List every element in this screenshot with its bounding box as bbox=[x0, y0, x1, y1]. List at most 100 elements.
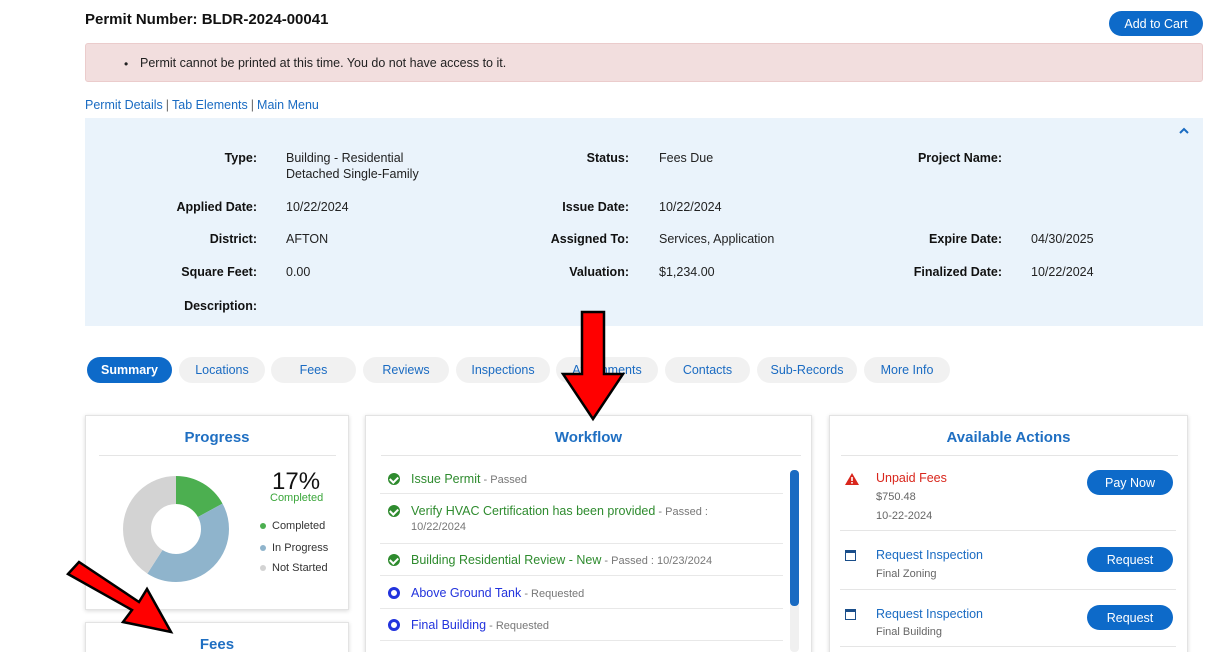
divider bbox=[840, 646, 1176, 647]
divider bbox=[381, 455, 801, 456]
workflow-item-name: Building Residential Review - New bbox=[411, 553, 602, 567]
progress-title: Progress bbox=[184, 429, 250, 446]
tab-more-info[interactable]: More Info bbox=[864, 357, 950, 383]
square-feet-value: 0.00 bbox=[286, 265, 311, 279]
tab-locations[interactable]: Locations bbox=[179, 357, 265, 383]
link-separator: | bbox=[250, 98, 255, 112]
fees-title: Fees bbox=[199, 636, 235, 652]
legend-label: In Progress bbox=[272, 542, 329, 554]
request-inspection-title[interactable]: Request Inspection bbox=[876, 548, 983, 562]
unpaid-fees-title[interactable]: Unpaid Fees bbox=[876, 471, 947, 485]
request-button[interactable]: Request bbox=[1087, 547, 1173, 572]
chevron-up-icon[interactable] bbox=[1178, 126, 1190, 136]
calendar-icon bbox=[845, 609, 856, 620]
page-links: Permit Details | Tab Elements | Main Menu bbox=[85, 98, 319, 112]
workflow-item-name: Verify HVAC Certification has been provi… bbox=[411, 504, 656, 518]
type-value-line2: Detached Single-Family bbox=[286, 167, 419, 181]
workflow-item-name: Final Building bbox=[411, 618, 487, 632]
type-label: Type: bbox=[224, 151, 257, 165]
link-separator: | bbox=[165, 98, 170, 112]
divider bbox=[840, 589, 1176, 590]
project-name-label: Project Name: bbox=[917, 151, 1002, 165]
workflow-scrollbar-thumb[interactable] bbox=[790, 470, 799, 606]
permit-details-panel: Type: Building - Residential Detached Si… bbox=[85, 118, 1203, 326]
circle-icon bbox=[388, 619, 400, 631]
status-value: Fees Due bbox=[659, 151, 714, 165]
annotation-arrow-down-icon bbox=[560, 310, 626, 422]
legend-not-started: Not Started bbox=[260, 562, 328, 574]
applied-date-value: 10/22/2024 bbox=[286, 200, 349, 214]
unpaid-fees-date: 10-22-2024 bbox=[876, 510, 933, 522]
expire-date-value: 04/30/2025 bbox=[1031, 232, 1094, 246]
tab-elements-link[interactable]: Tab Elements bbox=[172, 98, 248, 112]
issue-date-label: Issue Date: bbox=[562, 200, 629, 214]
workflow-item-status: - Requested bbox=[486, 620, 550, 632]
applied-date-label: Applied Date: bbox=[176, 200, 257, 214]
check-circle-icon bbox=[388, 505, 400, 517]
divider bbox=[380, 640, 783, 641]
divider bbox=[380, 575, 783, 576]
add-to-cart-button[interactable]: Add to Cart bbox=[1109, 11, 1203, 36]
divider bbox=[380, 493, 783, 494]
actions-title: Available Actions bbox=[946, 429, 1071, 446]
print-alert: • Permit cannot be printed at this time.… bbox=[85, 43, 1203, 82]
workflow-item-name: Above Ground Tank bbox=[411, 586, 522, 600]
permit-details-link[interactable]: Permit Details bbox=[85, 98, 163, 112]
circle-icon bbox=[388, 587, 400, 599]
divider bbox=[841, 455, 1178, 456]
assigned-to-label: Assigned To: bbox=[550, 232, 629, 246]
issue-date-value: 10/22/2024 bbox=[659, 200, 722, 214]
tab-sub-records[interactable]: Sub-Records bbox=[757, 357, 857, 383]
legend-in-progress: In Progress bbox=[260, 542, 328, 554]
assigned-to-value: Services, Application bbox=[659, 232, 775, 246]
legend-label: Not Started bbox=[272, 562, 328, 574]
legend-dot bbox=[260, 523, 266, 530]
divider bbox=[380, 608, 783, 609]
divider bbox=[840, 530, 1176, 531]
finalized-date-label: Finalized Date: bbox=[913, 265, 1002, 279]
legend-dot bbox=[260, 565, 266, 572]
workflow-item-status: - Requested bbox=[521, 588, 585, 600]
calendar-icon bbox=[845, 550, 856, 561]
workflow-item-status: - Passed : bbox=[655, 506, 708, 518]
workflow-item-status: - Passed bbox=[480, 474, 527, 486]
permit-title: Permit Number: BLDR-2024-00041 bbox=[85, 11, 329, 28]
type-value-line1: Building - Residential bbox=[286, 151, 404, 165]
check-circle-icon bbox=[388, 473, 400, 485]
district-value: AFTON bbox=[286, 232, 329, 246]
tab-inspections[interactable]: Inspections bbox=[456, 357, 550, 383]
warning-icon bbox=[845, 473, 859, 485]
workflow-item-name: Issue Permit bbox=[411, 472, 481, 486]
description-label: Description: bbox=[184, 299, 257, 313]
district-label: District: bbox=[209, 232, 257, 246]
workflow-item-status: - Passed : 10/23/2024 bbox=[601, 555, 713, 567]
annotation-arrow-diagonal-icon bbox=[66, 560, 174, 634]
check-circle-icon bbox=[388, 554, 400, 566]
divider bbox=[99, 455, 336, 456]
finalized-date-value: 10/22/2024 bbox=[1031, 265, 1094, 279]
tab-reviews[interactable]: Reviews bbox=[363, 357, 449, 383]
legend-completed: Completed bbox=[260, 520, 325, 532]
pay-now-button[interactable]: Pay Now bbox=[1087, 470, 1173, 495]
tab-contacts[interactable]: Contacts bbox=[665, 357, 750, 383]
tab-summary[interactable]: Summary bbox=[87, 357, 172, 383]
progress-percent-label: Completed bbox=[270, 492, 324, 504]
unpaid-fees-amount: $750.48 bbox=[876, 491, 916, 503]
main-menu-link[interactable]: Main Menu bbox=[257, 98, 319, 112]
square-feet-label: Square Feet: bbox=[181, 265, 257, 279]
valuation-value: $1,234.00 bbox=[659, 265, 715, 279]
legend-label: Completed bbox=[272, 520, 326, 532]
request-inspection-title[interactable]: Request Inspection bbox=[876, 607, 983, 621]
workflow-title: Workflow bbox=[554, 429, 623, 446]
workflow-card: Workflow bbox=[365, 415, 812, 652]
valuation-label: Valuation: bbox=[569, 265, 629, 279]
tab-fees[interactable]: Fees bbox=[271, 357, 356, 383]
workflow-item-date: 10/22/2024 bbox=[411, 521, 467, 533]
alert-message: Permit cannot be printed at this time. Y… bbox=[140, 56, 507, 70]
request-inspection-type: Final Zoning bbox=[876, 568, 937, 580]
request-button[interactable]: Request bbox=[1087, 605, 1173, 630]
divider bbox=[380, 543, 783, 544]
request-inspection-type: Final Building bbox=[876, 626, 943, 638]
expire-date-label: Expire Date: bbox=[929, 232, 1002, 246]
legend-dot bbox=[260, 545, 266, 552]
